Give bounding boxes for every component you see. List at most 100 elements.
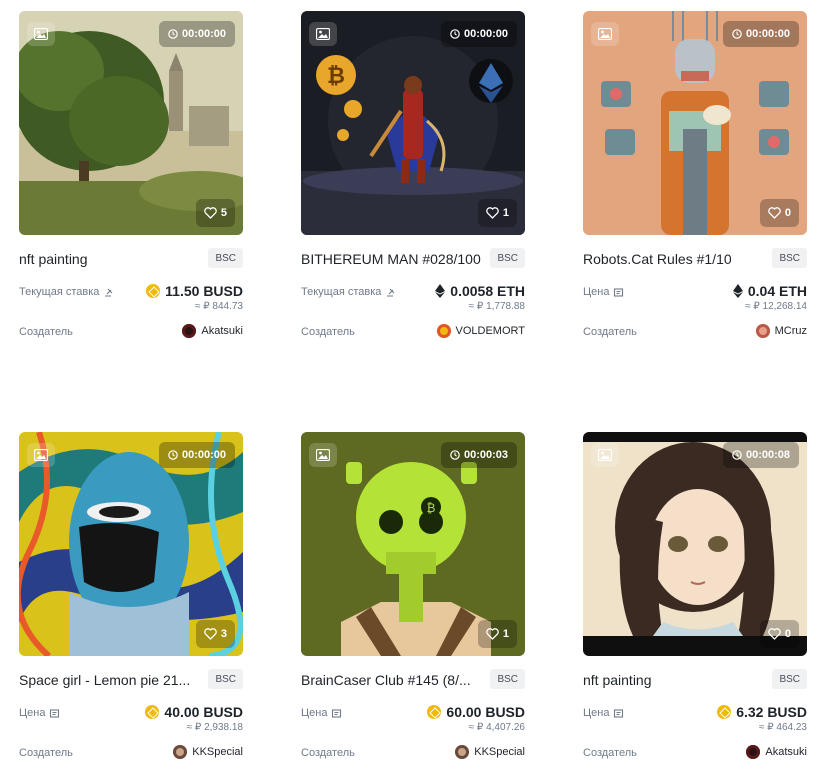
- image-type-icon: [27, 22, 55, 46]
- creator-label: Создатель: [583, 326, 637, 338]
- fiat-price: ≈ ₽ 12,268.14: [745, 301, 807, 312]
- eth-icon: [732, 284, 743, 298]
- creator-label: Создатель: [301, 747, 355, 759]
- heart-icon: [768, 628, 781, 640]
- nft-title[interactable]: nft painting: [583, 672, 763, 688]
- timer-text: 00:00:00: [181, 28, 226, 40]
- fiat-price: ≈ ₽ 1,778.88: [468, 301, 525, 312]
- nft-card[interactable]: ₿ 00:00:03 1 BrainCaser Club #145 (8/...…: [301, 432, 525, 777]
- avatar: [755, 324, 770, 338]
- fixed-price-icon: [50, 708, 60, 718]
- nft-image[interactable]: ₿ 00:00:00 1: [301, 11, 525, 235]
- like-count: 1: [502, 207, 509, 219]
- creator-label: Создатель: [301, 326, 355, 338]
- auction-icon: [387, 288, 395, 297]
- like-button[interactable]: 5: [195, 199, 235, 227]
- nft-image[interactable]: 00:00:00 0: [583, 11, 807, 235]
- avatar: [455, 745, 470, 759]
- nft-title[interactable]: nft painting: [19, 251, 199, 267]
- nft-card[interactable]: ₿ 00:00:00 1 BITHEREUM MAN #028/100 BSC …: [301, 11, 525, 356]
- price: 40.00 BUSD: [145, 704, 243, 720]
- nft-image[interactable]: ₿ 00:00:03 1: [301, 432, 525, 656]
- fiat-price: ≈ ₽ 2,938.18: [186, 722, 243, 733]
- image-type-icon: [309, 443, 337, 467]
- chain-badge: BSC: [772, 248, 807, 268]
- clock-icon: [168, 29, 178, 39]
- clock-icon: [450, 29, 460, 39]
- timer-text: 00:00:03: [463, 449, 508, 461]
- chain-badge: BSC: [772, 669, 807, 689]
- price: 0.04 ETH: [732, 283, 807, 299]
- nft-image[interactable]: 00:00:00 3: [19, 432, 243, 656]
- auction-icon: [105, 288, 113, 297]
- creator-link[interactable]: KKSpecial: [455, 745, 525, 759]
- price-label: Текущая ставка: [19, 286, 114, 298]
- creator-label: Создатель: [583, 747, 637, 759]
- creator-link[interactable]: VOLDEMORT: [436, 324, 525, 338]
- nft-title[interactable]: BrainCaser Club #145 (8/...: [301, 672, 481, 688]
- fixed-price-icon: [614, 708, 624, 718]
- avatar: [173, 745, 188, 759]
- creator-link[interactable]: Akatsuki: [182, 324, 243, 338]
- countdown-timer: 00:00:00: [158, 21, 235, 47]
- timer-text: 00:00:00: [181, 449, 226, 461]
- creator-link[interactable]: Akatsuki: [746, 745, 807, 759]
- countdown-timer: 00:00:00: [722, 21, 799, 47]
- avatar: [182, 324, 197, 338]
- nft-title[interactable]: Robots.Cat Rules #1/10: [583, 251, 763, 267]
- nft-image[interactable]: 00:00:08 0: [583, 432, 807, 656]
- like-count: 0: [784, 628, 791, 640]
- image-type-icon: [309, 22, 337, 46]
- price: 60.00 BUSD: [427, 704, 525, 720]
- price-label-text: Текущая ставка: [301, 286, 382, 298]
- image-type-icon: [27, 443, 55, 467]
- eth-icon: [435, 284, 446, 298]
- price-label-text: Цена: [583, 707, 610, 719]
- price-label-text: Цена: [301, 707, 328, 719]
- clock-icon: [732, 29, 742, 39]
- like-button[interactable]: 1: [477, 620, 517, 648]
- clock-icon: [732, 450, 742, 460]
- nft-image[interactable]: 00:00:00 5: [19, 11, 243, 235]
- price-value: 40.00 BUSD: [164, 704, 243, 720]
- timer-text: 00:00:00: [745, 28, 790, 40]
- price-value: 0.04 ETH: [747, 283, 807, 299]
- price: 11.50 BUSD: [146, 283, 243, 299]
- price-label: Цена: [301, 707, 342, 719]
- creator-link[interactable]: MCruz: [755, 324, 807, 338]
- busd-coin-icon: [427, 705, 442, 719]
- nft-title[interactable]: Space girl - Lemon pie 21...: [19, 672, 199, 688]
- like-button[interactable]: 1: [477, 199, 517, 227]
- nft-card[interactable]: 00:00:08 0 nft painting BSC Цена 6.32 BU…: [583, 432, 807, 777]
- price-label-text: Цена: [583, 286, 610, 298]
- chain-badge: BSC: [490, 248, 525, 268]
- avatar: [436, 324, 451, 338]
- chain-badge: BSC: [490, 669, 525, 689]
- creator-link[interactable]: KKSpecial: [173, 745, 243, 759]
- nft-card[interactable]: 00:00:00 5 nft painting BSC Текущая став…: [19, 11, 243, 356]
- like-count: 1: [502, 628, 509, 640]
- countdown-timer: 00:00:03: [440, 442, 517, 468]
- like-button[interactable]: 0: [759, 620, 799, 648]
- svg-text:₿: ₿: [427, 501, 436, 515]
- nft-grid: 00:00:00 5 nft painting BSC Текущая став…: [0, 0, 824, 779]
- creator-name: VOLDEMORT: [455, 325, 525, 337]
- price-value: 0.0058 ETH: [450, 283, 525, 299]
- creator-name: KKSpecial: [474, 746, 525, 758]
- countdown-timer: 00:00:00: [440, 21, 517, 47]
- image-type-icon: [591, 443, 619, 467]
- clock-icon: [168, 450, 178, 460]
- nft-card[interactable]: 00:00:00 0 Robots.Cat Rules #1/10 BSC Це…: [583, 11, 807, 356]
- price-value: 60.00 BUSD: [446, 704, 525, 720]
- like-button[interactable]: 0: [759, 199, 799, 227]
- price-label-text: Текущая ставка: [19, 286, 100, 298]
- busd-coin-icon: [717, 705, 732, 719]
- price-label: Цена: [583, 707, 624, 719]
- nft-card[interactable]: 00:00:00 3 Space girl - Lemon pie 21... …: [19, 432, 243, 777]
- nft-title[interactable]: BITHEREUM MAN #028/100: [301, 251, 481, 267]
- busd-coin-icon: [145, 705, 160, 719]
- like-button[interactable]: 3: [195, 620, 235, 648]
- chain-badge: BSC: [208, 669, 243, 689]
- countdown-timer: 00:00:00: [158, 442, 235, 468]
- chain-badge: BSC: [208, 248, 243, 268]
